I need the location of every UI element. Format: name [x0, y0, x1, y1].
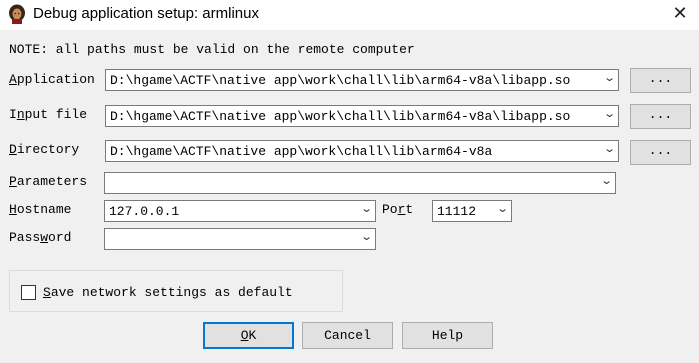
- ida-portrait-icon: [9, 4, 25, 24]
- directory-value: D:\hgame\ACTF\native app\work\chall\lib\…: [110, 144, 493, 159]
- chevron-down-icon[interactable]: ⌄: [360, 230, 373, 243]
- cancel-button[interactable]: Cancel: [302, 322, 393, 349]
- application-value: D:\hgame\ACTF\native app\work\chall\lib\…: [110, 73, 571, 88]
- password-combo[interactable]: ⌄: [104, 228, 376, 250]
- parameters-label: Parameters: [9, 174, 88, 189]
- directory-label: Directory: [9, 142, 80, 157]
- hostname-combo[interactable]: 127.0.0.1 ⌄: [104, 200, 376, 222]
- port-combo[interactable]: 11112 ⌄: [432, 200, 512, 222]
- directory-combo[interactable]: D:\hgame\ACTF\native app\work\chall\lib\…: [105, 140, 619, 162]
- directory-browse-button[interactable]: ...: [630, 140, 691, 165]
- note-text: NOTE: all paths must be valid on the rem…: [9, 42, 415, 57]
- chevron-down-icon[interactable]: ⌄: [360, 202, 373, 215]
- application-combo[interactable]: D:\hgame\ACTF\native app\work\chall\lib\…: [105, 69, 619, 91]
- chevron-down-icon[interactable]: ⌄: [603, 142, 616, 155]
- chevron-down-icon[interactable]: ⌄: [603, 71, 616, 84]
- parameters-combo[interactable]: ⌄: [104, 172, 616, 194]
- port-label: Port: [382, 202, 414, 217]
- hostname-value: 127.0.0.1: [109, 204, 180, 219]
- close-icon[interactable]: ✕: [668, 2, 692, 26]
- input-file-value: D:\hgame\ACTF\native app\work\chall\lib\…: [110, 109, 571, 124]
- input-file-browse-button[interactable]: ...: [630, 104, 691, 129]
- ok-button[interactable]: OK: [203, 322, 294, 349]
- help-button[interactable]: Help: [402, 322, 493, 349]
- chevron-down-icon[interactable]: ⌄: [600, 174, 613, 187]
- hostname-label: Hostname: [9, 202, 72, 217]
- save-default-label[interactable]: Save network settings as default: [43, 285, 293, 300]
- application-label: Application: [9, 72, 95, 87]
- window-title: Debug application setup: armlinux: [33, 5, 259, 22]
- password-label: Password: [9, 230, 72, 245]
- save-default-checkbox[interactable]: [21, 285, 36, 300]
- title-bar: Debug application setup: armlinux ✕: [0, 0, 699, 30]
- chevron-down-icon[interactable]: ⌄: [496, 202, 509, 215]
- chevron-down-icon[interactable]: ⌄: [603, 107, 616, 120]
- input-file-combo[interactable]: D:\hgame\ACTF\native app\work\chall\lib\…: [105, 105, 619, 127]
- port-value: 11112: [437, 204, 477, 219]
- application-browse-button[interactable]: ...: [630, 68, 691, 93]
- input-file-label: Input file: [9, 107, 88, 122]
